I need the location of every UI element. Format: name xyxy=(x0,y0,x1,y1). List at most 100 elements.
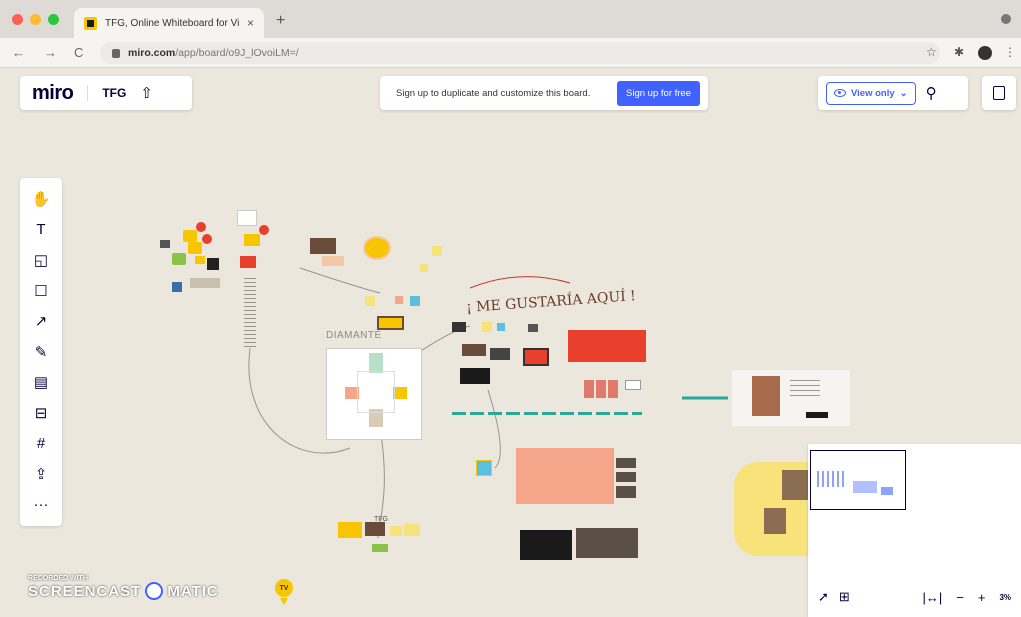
forward-button[interactable]: → xyxy=(44,45,57,60)
minimap-thumbnail xyxy=(881,487,893,495)
shape-tool-icon[interactable]: ☐ xyxy=(20,276,62,307)
profile-text xyxy=(790,380,820,400)
sticky-note xyxy=(395,296,403,304)
maximize-window-icon[interactable] xyxy=(48,14,59,25)
zoom-controls: |↔| − + 3% xyxy=(922,590,1011,605)
cursor-pointer-icon[interactable]: ➚ xyxy=(818,589,829,605)
new-tab-button[interactable]: + xyxy=(276,12,285,30)
minimap-tools: ➚ ⊞ xyxy=(818,589,850,605)
hand-tool-icon[interactable]: ✋ xyxy=(20,184,62,215)
minimap-viewport[interactable] xyxy=(810,450,906,510)
sticky-note xyxy=(404,524,420,536)
sticky-note xyxy=(393,387,407,399)
sticky-note xyxy=(372,544,388,552)
image-thumbnail xyxy=(523,348,549,366)
whiteboard-canvas[interactable]: DIAMANTE ¡ ME GUSTARÍA AQUÍ ! TFG miro T… xyxy=(0,68,1021,617)
sticky-note xyxy=(195,256,205,264)
address-bar[interactable]: miro.com/app/board/o9J_lOvoiLM=/ xyxy=(100,42,940,64)
image-thumbnail xyxy=(616,472,636,482)
image-thumbnail xyxy=(576,528,638,558)
notification-badge xyxy=(196,222,206,232)
reload-button[interactable]: C xyxy=(74,45,83,60)
minimap-thumbnail xyxy=(853,481,877,493)
view-panel: View only ⌄ ⚲ xyxy=(818,76,968,110)
left-toolbar: ✋ T ◱ ☐ ↗ ✎ ▤ ⊟ # ⇪ ··· xyxy=(20,178,62,526)
zoom-out-button[interactable]: − xyxy=(956,590,964,605)
lock-icon xyxy=(112,48,120,58)
view-only-dropdown[interactable]: View only ⌄ xyxy=(826,81,916,105)
profile-photo xyxy=(752,376,780,416)
map-icon[interactable]: ⊞ xyxy=(839,589,850,605)
close-window-icon[interactable] xyxy=(12,14,23,25)
watermark-recorded-label: RECORDED WITH xyxy=(28,575,88,582)
browser-tab[interactable]: TFG, Online Whiteboard for Vi × xyxy=(74,8,264,38)
image-thumbnail xyxy=(377,316,404,330)
teal-text-row xyxy=(452,412,642,415)
image-thumbnail xyxy=(460,368,490,384)
image-thumbnail xyxy=(310,238,336,254)
image-thumbnail xyxy=(190,278,220,288)
miro-logo[interactable]: miro xyxy=(32,82,74,105)
image-thumbnail xyxy=(365,522,385,536)
sticky-note xyxy=(410,296,420,306)
image-thumbnail xyxy=(172,282,182,292)
sticky-note xyxy=(420,264,428,272)
minimap-panel: ➚ ⊞ |↔| − + 3% xyxy=(808,444,1021,617)
brand-panel: miro TFG ⇧ xyxy=(20,76,192,110)
fit-to-screen-button[interactable]: |↔| xyxy=(922,590,942,605)
miro-favicon-icon xyxy=(84,16,97,30)
image-thumbnail xyxy=(160,240,170,248)
bookmark-star-icon[interactable]: ☆ xyxy=(926,45,937,59)
sticky-note xyxy=(497,323,505,331)
image-thumbnail xyxy=(764,508,786,534)
frame-tool-icon[interactable]: # xyxy=(20,428,62,459)
more-tools-icon[interactable]: ··· xyxy=(20,489,62,520)
connection-line-tool-icon[interactable]: ↗ xyxy=(20,306,62,337)
signup-text: Sign up to duplicate and customize this … xyxy=(396,87,591,99)
text-tool-icon[interactable]: T xyxy=(20,215,62,246)
sticky-note xyxy=(244,234,260,246)
divider xyxy=(87,85,89,101)
collaborator-cursor-icon xyxy=(280,598,288,605)
diamante-frame xyxy=(326,348,422,440)
red-text-card xyxy=(568,330,646,362)
upload-tool-icon[interactable]: ⇪ xyxy=(20,459,62,490)
eye-icon xyxy=(834,89,846,97)
account-avatar[interactable] xyxy=(978,46,992,60)
template-tool-icon[interactable]: ⊟ xyxy=(20,398,62,429)
minimize-window-icon[interactable] xyxy=(30,14,41,25)
search-icon[interactable]: ⚲ xyxy=(926,84,937,102)
image-thumbnail xyxy=(520,530,572,560)
board-title[interactable]: TFG xyxy=(102,86,126,100)
sticky-note xyxy=(240,256,256,268)
profile-icon[interactable] xyxy=(1001,14,1011,24)
extensions-icon[interactable]: ✱ xyxy=(954,45,964,59)
tab-title: TFG, Online Whiteboard for Vi xyxy=(105,17,239,29)
zoom-in-button[interactable]: + xyxy=(978,590,986,605)
export-upload-icon[interactable]: ⇧ xyxy=(140,84,153,102)
screencast-watermark: RECORDED WITH SCREENCAST MATIC xyxy=(28,575,219,600)
watermark-logo: SCREENCAST MATIC xyxy=(28,582,219,600)
sign-up-button[interactable]: Sign up for free xyxy=(617,80,700,106)
notification-badge xyxy=(259,225,269,235)
notification-badge xyxy=(202,234,212,244)
notes-icon xyxy=(993,86,1005,100)
sticky-note-tool-icon[interactable]: ◱ xyxy=(20,245,62,276)
image-row xyxy=(584,380,620,398)
yellow-area xyxy=(734,462,814,556)
screencast-logo-icon xyxy=(145,582,164,600)
zoom-level[interactable]: 3% xyxy=(999,593,1011,602)
notes-panel[interactable] xyxy=(982,76,1016,110)
tab-close-icon[interactable]: × xyxy=(247,16,254,30)
diamante-label: DIAMANTE xyxy=(326,330,382,341)
image-thumbnail xyxy=(528,324,538,332)
pen-tool-icon[interactable]: ✎ xyxy=(20,337,62,368)
browser-menu-icon[interactable]: ⋮ xyxy=(1004,45,1016,59)
sticky-note xyxy=(188,242,202,254)
image-thumbnail xyxy=(237,210,257,226)
back-button[interactable]: ← xyxy=(12,45,25,60)
url-text: miro.com/app/board/o9J_lOvoiLM=/ xyxy=(128,47,299,59)
sticky-note xyxy=(183,230,197,242)
comment-tool-icon[interactable]: ▤ xyxy=(20,367,62,398)
browser-tab-bar: TFG, Online Whiteboard for Vi × + xyxy=(0,0,1021,38)
